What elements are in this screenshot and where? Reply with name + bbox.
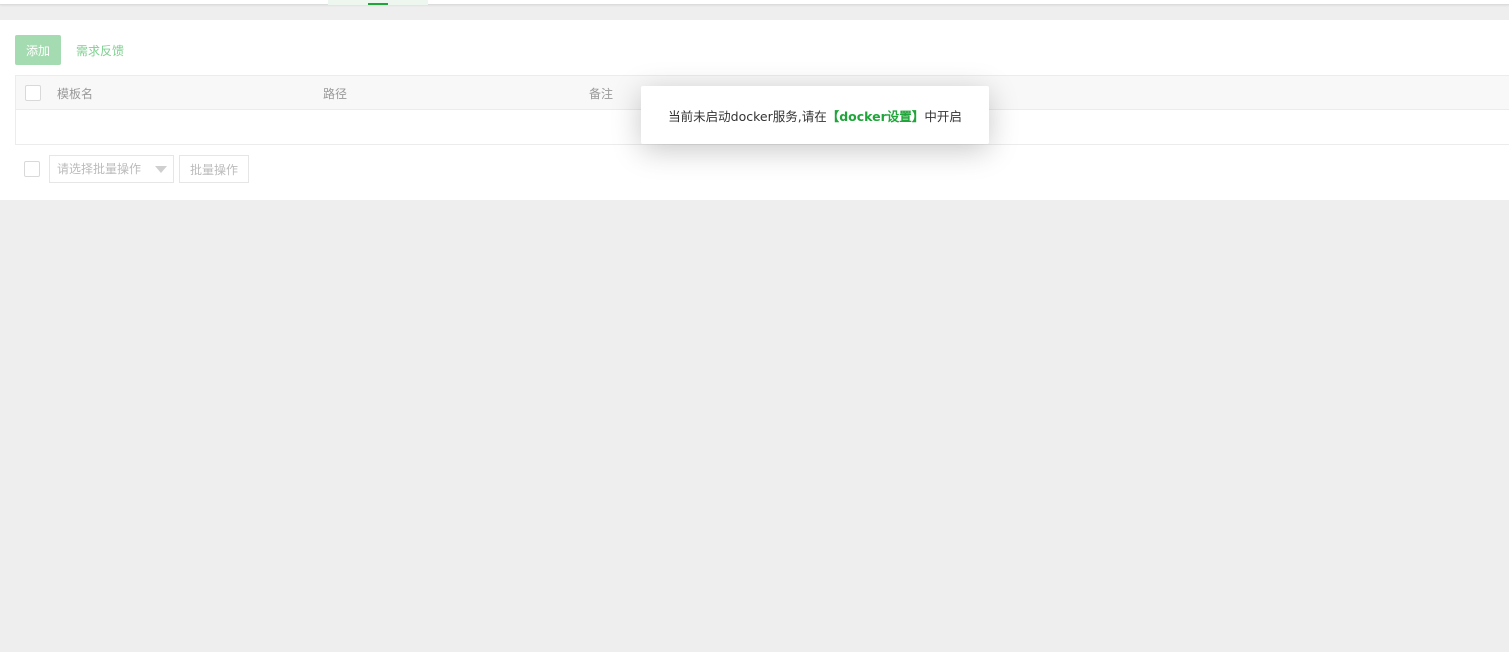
caret-down-icon bbox=[155, 166, 167, 173]
batch-operation-select[interactable]: 请选择批量操作 bbox=[49, 155, 174, 183]
add-button[interactable]: 添加 bbox=[15, 35, 61, 65]
batch-select-placeholder: 请选择批量操作 bbox=[57, 162, 142, 176]
docker-settings-link[interactable]: 【docker设置】 bbox=[827, 106, 925, 125]
select-all-checkbox[interactable] bbox=[25, 85, 41, 101]
toast-text-after: 中开启 bbox=[924, 108, 962, 124]
column-header-path[interactable]: 路径 bbox=[323, 85, 347, 102]
docker-not-started-toast: 当前未启动docker服务,请在 【docker设置】 中开启 bbox=[641, 86, 989, 144]
top-tab-bar bbox=[0, 0, 1509, 5]
feedback-link[interactable]: 需求反馈 bbox=[76, 42, 124, 59]
toast-text-before: 当前未启动docker服务,请在 bbox=[668, 108, 827, 124]
tab-active-indicator bbox=[368, 3, 388, 5]
column-header-template-name[interactable]: 模板名 bbox=[57, 85, 93, 102]
batch-operation-button[interactable]: 批量操作 bbox=[179, 155, 249, 183]
toolbar: 添加 需求反馈 bbox=[15, 35, 124, 65]
batch-select-checkbox[interactable] bbox=[24, 161, 40, 177]
column-header-remark[interactable]: 备注 bbox=[589, 85, 613, 102]
